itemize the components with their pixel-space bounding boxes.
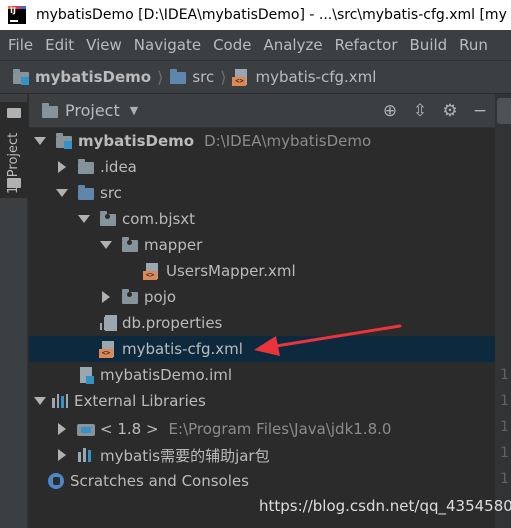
module-folder-icon: [55, 132, 73, 150]
tree-item-iml[interactable]: mybatisDemo.iml: [29, 362, 495, 388]
structure-folder-icon[interactable]: [7, 178, 21, 188]
tree-item-src[interactable]: src: [29, 180, 495, 206]
tree-item-path: D:\IDEA\mybatisDemo: [204, 132, 372, 150]
tree-item-scratches[interactable]: Scratches and Consoles: [29, 468, 495, 494]
chevron-down-icon[interactable]: [55, 180, 69, 206]
tree-item-path: E:\Program Files\Java\jdk1.8.0: [168, 420, 392, 438]
scratches-icon: [47, 472, 65, 490]
project-icon: [41, 102, 59, 120]
hide-panel-icon[interactable]: −: [465, 96, 495, 126]
tree-item-package-bjsxt[interactable]: com.bjsxt: [29, 206, 495, 232]
line-number: 1: [500, 419, 509, 435]
chevron-right-icon[interactable]: [55, 154, 69, 180]
tree-item-label: mybatisDemo.iml: [100, 366, 233, 384]
project-panel-header: Project ▼ ⊕ ⇳ ⚙ −: [29, 94, 495, 128]
tree-item-label: Scratches and Consoles: [70, 472, 249, 490]
tree-item-usersmapper-xml[interactable]: <> UsersMapper.xml: [29, 258, 495, 284]
tree-item-label: src: [100, 184, 122, 202]
line-number: 1: [500, 445, 509, 461]
tree-item-label: .idea: [100, 158, 137, 176]
chevron-down-icon[interactable]: [77, 206, 91, 232]
chevron-down-icon[interactable]: [99, 232, 113, 258]
editor-tab-stub[interactable]: [497, 98, 511, 124]
tree-item-package-pojo[interactable]: pojo: [29, 284, 495, 310]
tree-item-label: mapper: [144, 236, 203, 254]
properties-file-icon: [99, 314, 117, 332]
project-view-selector[interactable]: Project ▼: [41, 101, 138, 120]
tree-item-label: com.bjsxt: [122, 210, 196, 228]
menu-analyze[interactable]: Analyze: [257, 36, 328, 54]
xml-file-icon: <>: [143, 262, 161, 280]
tree-item-idea[interactable]: .idea: [29, 154, 495, 180]
tree-item-label: db.properties: [122, 314, 223, 332]
tree-item-external-libraries[interactable]: External Libraries: [29, 388, 495, 414]
xml-file-icon: <>: [232, 68, 250, 86]
package-icon: [99, 210, 117, 228]
source-folder-icon: [77, 184, 95, 202]
tree-item-label: mybatis-cfg.xml: [122, 340, 243, 358]
menu-run[interactable]: Run: [453, 36, 494, 54]
source-folder-icon: [169, 68, 187, 86]
breadcrumb-item-src[interactable]: src ⟩: [169, 68, 232, 87]
window-title: mybatisDemo [D:\IDEA\mybatisDemo] - ...\…: [36, 7, 507, 23]
tree-item-jdk[interactable]: < 1.8 > E:\Program Files\Java\jdk1.8.0: [29, 416, 495, 442]
tree-item-package-mapper[interactable]: mapper: [29, 232, 495, 258]
chevron-right-icon[interactable]: [55, 442, 69, 468]
locate-file-icon[interactable]: ⊕: [375, 96, 405, 126]
package-icon: [121, 236, 139, 254]
editor-gutter: [495, 94, 511, 528]
menu-code[interactable]: Code: [207, 36, 257, 54]
breadcrumb-item-file[interactable]: <> mybatis-cfg.xml: [232, 68, 376, 86]
xml-file-icon: <>: [99, 340, 117, 358]
menu-edit[interactable]: Edit: [39, 36, 80, 54]
package-icon: [121, 288, 139, 306]
project-folder-icon: [7, 108, 21, 118]
menu-view[interactable]: View: [80, 36, 128, 54]
tree-item-jar-library[interactable]: mybatis需要的辅助jar包: [29, 442, 495, 468]
chevron-down-icon: ▼: [129, 104, 139, 117]
line-number: 1: [500, 471, 509, 487]
tree-item-label: mybatis需要的辅助jar包: [100, 446, 270, 465]
module-file-icon: [77, 366, 95, 384]
menu-file[interactable]: File: [0, 36, 39, 54]
tree-item-label: pojo: [144, 288, 177, 306]
collapse-all-icon[interactable]: ⇳: [405, 96, 435, 126]
tree-item-db-properties[interactable]: db.properties: [29, 310, 495, 336]
folder-icon: [77, 158, 95, 176]
breadcrumb-separator-icon: ⟩: [220, 67, 227, 87]
intellij-logo-icon: IJ: [8, 6, 26, 24]
chevron-down-icon[interactable]: [33, 388, 47, 414]
sdk-icon: [77, 420, 95, 438]
menu-bar: File Edit View Navigate Code Analyze Ref…: [0, 30, 511, 60]
title-bar: IJ mybatisDemo [D:\IDEA\mybatisDemo] - .…: [0, 0, 511, 30]
left-tool-strip: 1: Project: [0, 94, 28, 528]
line-number: 1: [500, 367, 509, 383]
breadcrumb-separator-icon: ⟩: [157, 67, 164, 87]
chevron-down-icon[interactable]: [33, 128, 47, 154]
breadcrumb: mybatisDemo ⟩ src ⟩ <> mybatis-cfg.xml: [0, 60, 511, 94]
menu-refactor[interactable]: Refactor: [329, 36, 404, 54]
gear-icon[interactable]: ⚙: [435, 96, 465, 126]
tree-item-mybatis-cfg-xml[interactable]: <> mybatis-cfg.xml: [29, 336, 495, 362]
tree-item-label: External Libraries: [74, 392, 206, 410]
breadcrumb-item-project[interactable]: mybatisDemo ⟩: [12, 68, 169, 87]
tree-item-label: < 1.8 >: [100, 420, 159, 438]
chevron-right-icon[interactable]: [99, 284, 113, 310]
tree-item-label: mybatisDemo: [78, 132, 195, 150]
line-number: 1: [500, 393, 509, 409]
watermark: https://blog.csdn.net/qq_43545801: [259, 497, 511, 515]
tree-item-label: UsersMapper.xml: [166, 262, 296, 280]
menu-navigate[interactable]: Navigate: [128, 36, 207, 54]
chevron-right-icon[interactable]: [55, 416, 69, 442]
project-tree: mybatisDemo D:\IDEA\mybatisDemo .idea sr…: [29, 128, 495, 528]
tree-item-project-root[interactable]: mybatisDemo D:\IDEA\mybatisDemo: [29, 128, 495, 154]
module-folder-icon: [12, 68, 30, 86]
library-icon: [77, 446, 95, 464]
menu-build[interactable]: Build: [404, 36, 454, 54]
library-icon: [51, 392, 69, 410]
